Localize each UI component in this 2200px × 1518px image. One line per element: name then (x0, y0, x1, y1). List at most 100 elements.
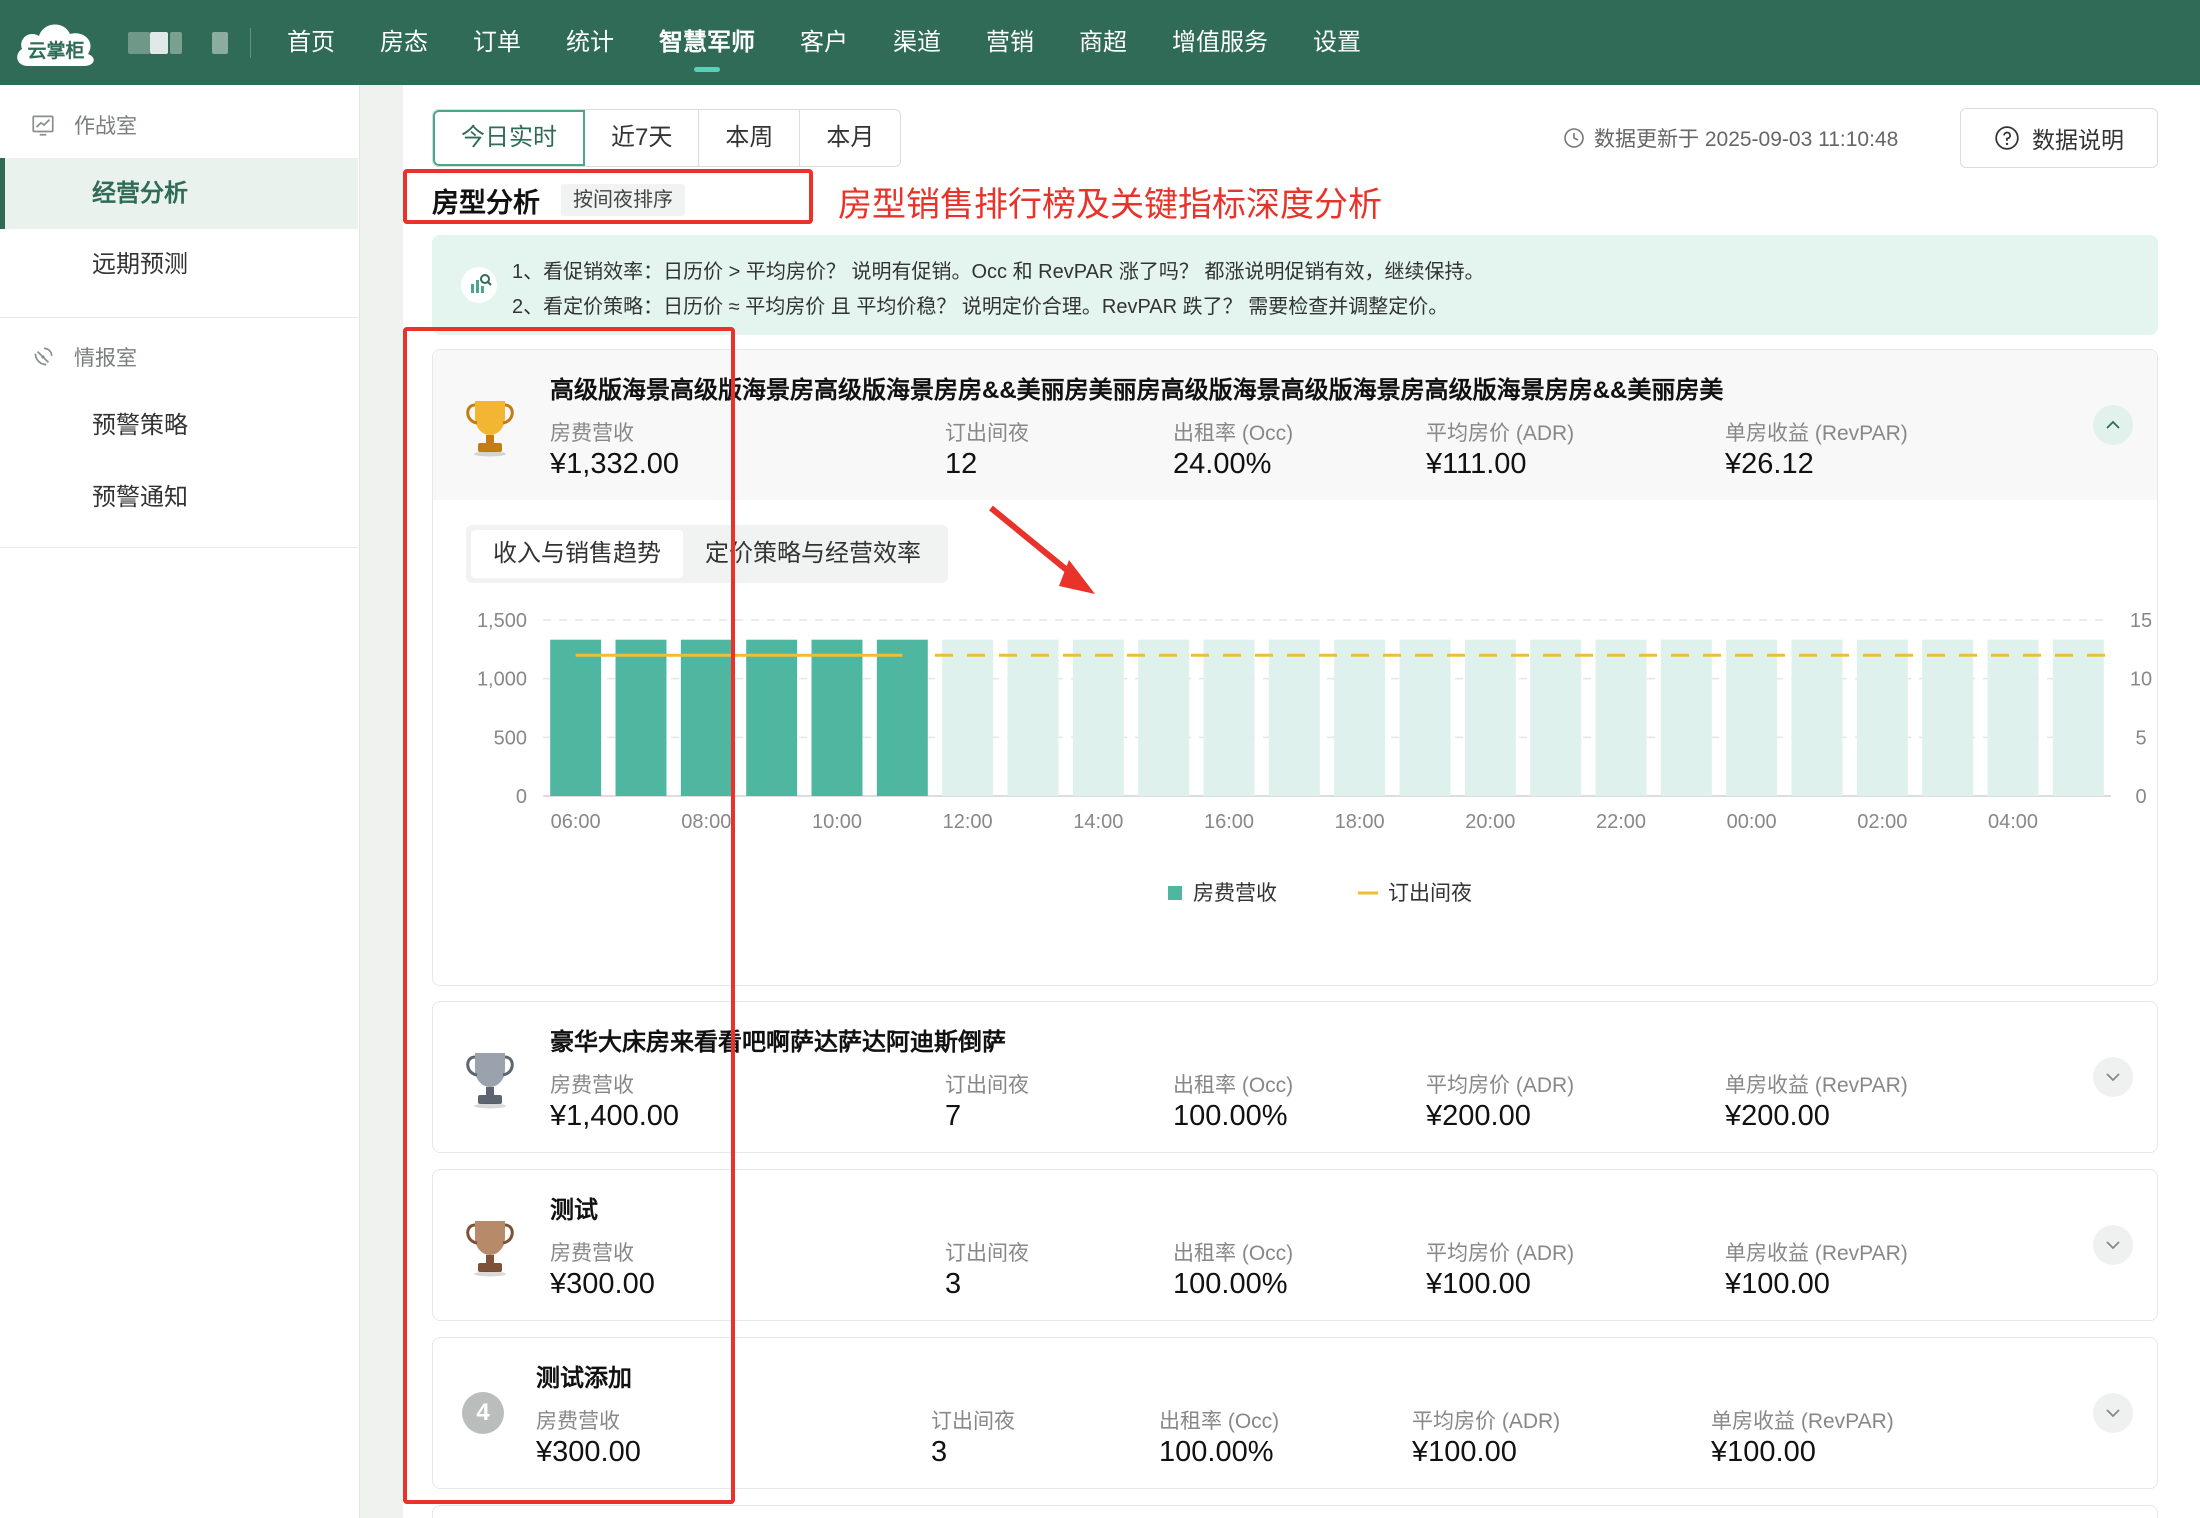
forecast-bar (1072, 639, 1124, 796)
nav-item[interactable]: 智慧军师 (659, 0, 755, 85)
revenue-bar (615, 639, 667, 796)
metric-value-nights: 3 (945, 1268, 962, 1300)
period-tab[interactable]: 今日实时 (433, 110, 585, 166)
data-description-button[interactable]: 数据说明 (1960, 108, 2158, 168)
top-navbar: 云掌柜 首页 房态 订单 统计 智慧军师 客户 渠道 营销 商超 增值服务 设置 (0, 0, 2200, 85)
forecast-bar (942, 639, 994, 796)
expand-button[interactable] (2093, 1225, 2133, 1265)
analysis-chart-icon (461, 267, 497, 303)
chevron-up-icon (2106, 420, 2120, 429)
metric-label: 订出间夜 (945, 1074, 1029, 1097)
expand-button[interactable] (2093, 1393, 2133, 1433)
legend-swatch-revenue (1168, 886, 1182, 900)
room-card-header[interactable]: 高级版海景高级版海景房高级版海景房房&&美丽房美丽房高级版海景高级版海景房高级版… (433, 350, 2157, 500)
metric-label: 房费营收 (536, 1410, 620, 1433)
metric-label: 单房收益 (RevPAR) (1725, 422, 1908, 445)
metric-value-revpar: ¥200.00 (1725, 1100, 1830, 1132)
room-card-header[interactable]: 豪华大床房来看看吧啊萨达萨达阿迪斯倒萨 房费营收 ¥1,400.00 订出间夜 7 出租率… (433, 1002, 2157, 1152)
forecast-bar (1660, 639, 1712, 796)
sidebar-group-intel-room: 情报室 (0, 325, 360, 389)
metric-label: 单房收益 (RevPAR) (1725, 1074, 1908, 1097)
forecast-bar (1399, 639, 1451, 796)
sidebar-item-long-term-forecast[interactable]: 远期预测 (0, 229, 358, 300)
forecast-bar (1334, 639, 1386, 796)
metric-value-occ: 100.00% (1173, 1100, 1288, 1132)
metric-value-revenue: ¥300.00 (536, 1436, 641, 1468)
room-card-header[interactable]: 4 测试添加 房费营收 ¥300.00 订出间夜 3 出租率 (Occ) 100.00% 平均房… (433, 1338, 2157, 1488)
detail-tabs: 收入与销售趋势 定价策略与经营效率 (466, 525, 948, 583)
legend-label-revenue: 房费营收 (1193, 882, 1277, 905)
brand-logo[interactable]: 云掌柜 (12, 14, 100, 70)
period-tab[interactable]: 近7天 (585, 110, 700, 166)
forecast-bar (1726, 639, 1778, 796)
trophy-icon (466, 401, 514, 457)
sidebar-item-alert-strategy[interactable]: 预警策略 (0, 390, 358, 461)
metric-value-revpar: ¥26.12 (1725, 448, 1814, 480)
main-content: 今日实时 近7天 本周 本月 数据更新于 2025-09-03 11:10:48 数据… (403, 85, 2200, 1518)
metric-label: 出租率 (Occ) (1159, 1410, 1280, 1433)
revenue-bar (811, 639, 863, 796)
y-left-tick: 500 (494, 727, 527, 749)
sidebar-item-alert-notice[interactable]: 预警通知 (0, 462, 358, 533)
nav-item[interactable]: 渠道 (893, 0, 941, 85)
metric-label: 平均房价 (ADR) (1426, 422, 1575, 445)
sidebar-item-business-analysis[interactable]: 经营分析 (0, 158, 358, 229)
data-description-label: 数据说明 (2032, 127, 2124, 153)
collapse-button[interactable] (2093, 405, 2133, 445)
x-tick: 16:00 (1204, 811, 1254, 833)
forecast-bar (1464, 639, 1516, 796)
nav-item[interactable]: 设置 (1313, 0, 1361, 85)
detail-tab[interactable]: 定价策略与经营效率 (683, 530, 943, 578)
expand-button[interactable] (2093, 1057, 2133, 1097)
update-time: 数据更新于 2025-09-03 11:10:48 (1562, 123, 1898, 153)
y-right-tick: 10 (2130, 669, 2152, 691)
rank-badge: 4 (462, 1392, 504, 1434)
period-tab[interactable]: 本月 (800, 110, 901, 166)
room-name: 测试 (550, 1197, 598, 1224)
metric-value-occ: 100.00% (1173, 1268, 1288, 1300)
period-tab[interactable]: 本周 (699, 110, 801, 166)
nav-item[interactable]: 营销 (986, 0, 1034, 85)
detail-tab[interactable]: 收入与销售趋势 (471, 530, 683, 578)
room-card-partial (432, 1505, 2158, 1518)
nav-item[interactable]: 订单 (473, 0, 521, 85)
room-card-header[interactable]: 测试 房费营收 ¥300.00 订出间夜 3 出租率 (Occ) 100.00% 平均房价 (… (433, 1170, 2157, 1320)
hotel-name-blurred (212, 32, 228, 54)
clock-icon (1564, 128, 1584, 148)
metric-label: 房费营收 (550, 422, 634, 445)
forecast-bar (1856, 639, 1908, 796)
room-card: 测试 房费营收 ¥300.00 订出间夜 3 出租率 (Occ) 100.00% 平均房价 (… (432, 1169, 2158, 1321)
nav-item[interactable]: 客户 (800, 0, 848, 85)
nav-item[interactable]: 房态 (380, 0, 428, 85)
room-card: 豪华大床房来看看吧啊萨达萨达阿迪斯倒萨 房费营收 ¥1,400.00 订出间夜 7 出租率… (432, 1001, 2158, 1153)
hotel-name-blurred (170, 32, 182, 54)
main-nav: 首页 房态 订单 统计 智慧军师 客户 渠道 营销 商超 增值服务 设置 (287, 0, 1406, 85)
nav-item[interactable]: 统计 (566, 0, 614, 85)
nav-item[interactable]: 增值服务 (1172, 0, 1268, 85)
chart-board-icon (32, 115, 54, 136)
metric-label: 出租率 (Occ) (1173, 1242, 1294, 1265)
metric-value-nights: 7 (945, 1100, 962, 1132)
y-left-tick: 1,000 (477, 669, 527, 691)
trophy-icon (466, 1221, 514, 1277)
y-right-tick: 15 (2130, 610, 2152, 632)
revenue-bar (550, 639, 602, 796)
hotel-name-blurred (128, 32, 150, 54)
x-tick: 02:00 (1857, 811, 1907, 833)
forecast-bar (1987, 639, 2039, 796)
y-left-tick: 1,500 (477, 610, 527, 632)
forecast-bar (1530, 639, 1582, 796)
metric-value-revenue: ¥300.00 (550, 1268, 655, 1300)
sidebar: 作战室 经营分析 远期预测 情报室 预警策略 预警通知 (0, 85, 360, 1518)
forecast-bar (1268, 639, 1320, 796)
metric-label: 平均房价 (ADR) (1412, 1410, 1561, 1433)
nav-item[interactable]: 商超 (1079, 0, 1127, 85)
tips-banner: 1、看促销效率：日历价 > 平均房价？ 说明有促销。Occ 和 RevPAR 涨… (432, 235, 2158, 335)
metric-value-occ: 24.00% (1173, 448, 1272, 480)
metric-label: 订出间夜 (931, 1410, 1015, 1433)
y-right-tick: 0 (2135, 786, 2146, 808)
nav-item[interactable]: 首页 (287, 0, 335, 85)
trophy-icon (466, 1053, 514, 1109)
metric-value-nights: 12 (945, 448, 978, 480)
period-tabs: 今日实时 近7天 本周 本月 (432, 109, 902, 167)
